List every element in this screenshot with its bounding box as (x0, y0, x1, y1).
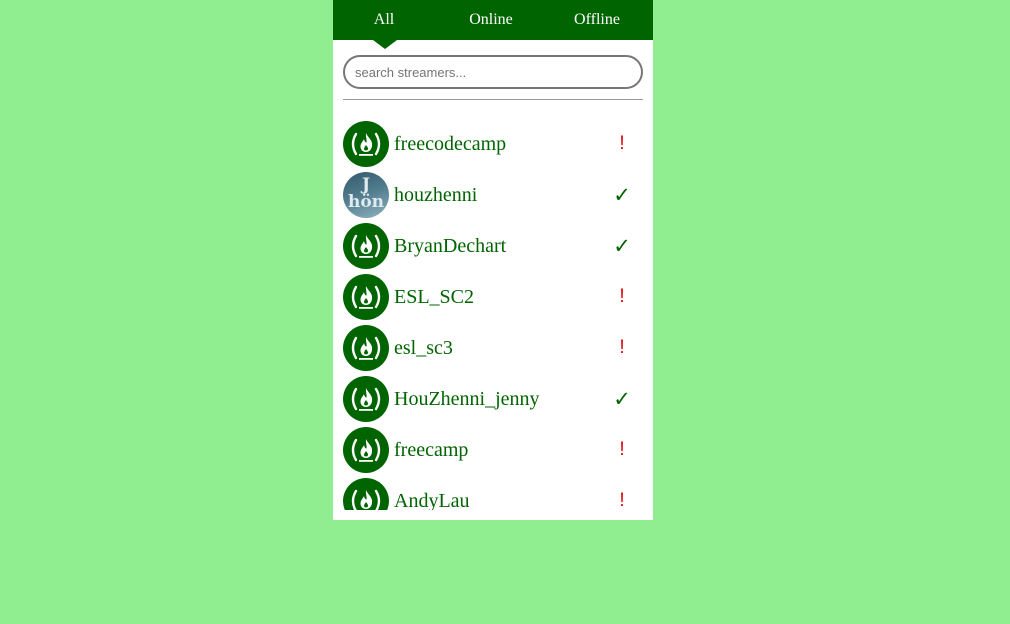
tab-offline[interactable]: Offline (564, 0, 630, 40)
streamer-name[interactable]: HouZhenni_jenny (394, 387, 540, 411)
exclamation-icon: ! (619, 439, 625, 460)
streamer-row[interactable]: J hön houzhenni ✓ (333, 171, 653, 222)
exclamation-icon: ! (619, 490, 625, 510)
streamer-panel: All Online Offline freecodecamp! J hön hou… (333, 0, 653, 520)
streamer-row[interactable]: AndyLau! (333, 477, 653, 510)
streamer-list: freecodecamp! J hön houzhenni ✓ BryanDechart… (333, 120, 653, 510)
streamer-row[interactable]: ESL_SC2! (333, 273, 653, 324)
checkmark-icon: ✓ (613, 183, 631, 207)
streamer-name[interactable]: freecamp (394, 438, 468, 462)
checkmark-icon: ✓ (613, 387, 631, 411)
freecodecamp-logo-icon (343, 427, 389, 473)
streamer-name[interactable]: AndyLau (394, 489, 470, 510)
streamer-name[interactable]: freecodecamp (394, 132, 506, 156)
tab-online[interactable]: Online (458, 0, 524, 40)
streamer-row[interactable]: BryanDechart ✓ (333, 222, 653, 273)
divider (343, 99, 643, 100)
streamer-name[interactable]: houzhenni (394, 183, 477, 207)
tab-all[interactable]: All (351, 0, 417, 40)
exclamation-icon: ! (619, 337, 625, 358)
freecodecamp-logo-icon (343, 376, 389, 422)
streamer-row[interactable]: esl_sc3! (333, 324, 653, 375)
freecodecamp-logo-icon (343, 478, 389, 510)
search-input[interactable] (343, 55, 643, 89)
exclamation-icon: ! (619, 286, 625, 307)
checkmark-icon: ✓ (613, 234, 631, 258)
streamer-name[interactable]: BryanDechart (394, 234, 506, 258)
streamer-name[interactable]: ESL_SC2 (394, 285, 474, 309)
avatar: J hön (343, 172, 389, 218)
freecodecamp-logo-icon (343, 223, 389, 269)
freecodecamp-logo-icon (343, 325, 389, 371)
active-tab-pointer (373, 40, 397, 49)
avatar-text: J hön (347, 175, 385, 212)
search-container (343, 55, 643, 89)
freecodecamp-logo-icon (343, 121, 389, 167)
filter-tab-bar: All Online Offline (333, 0, 653, 40)
streamer-row[interactable]: freecamp! (333, 426, 653, 477)
streamer-row[interactable]: HouZhenni_jenny ✓ (333, 375, 653, 426)
freecodecamp-logo-icon (343, 274, 389, 320)
streamer-name[interactable]: esl_sc3 (394, 336, 453, 360)
exclamation-icon: ! (619, 133, 625, 154)
streamer-row[interactable]: freecodecamp! (333, 120, 653, 171)
